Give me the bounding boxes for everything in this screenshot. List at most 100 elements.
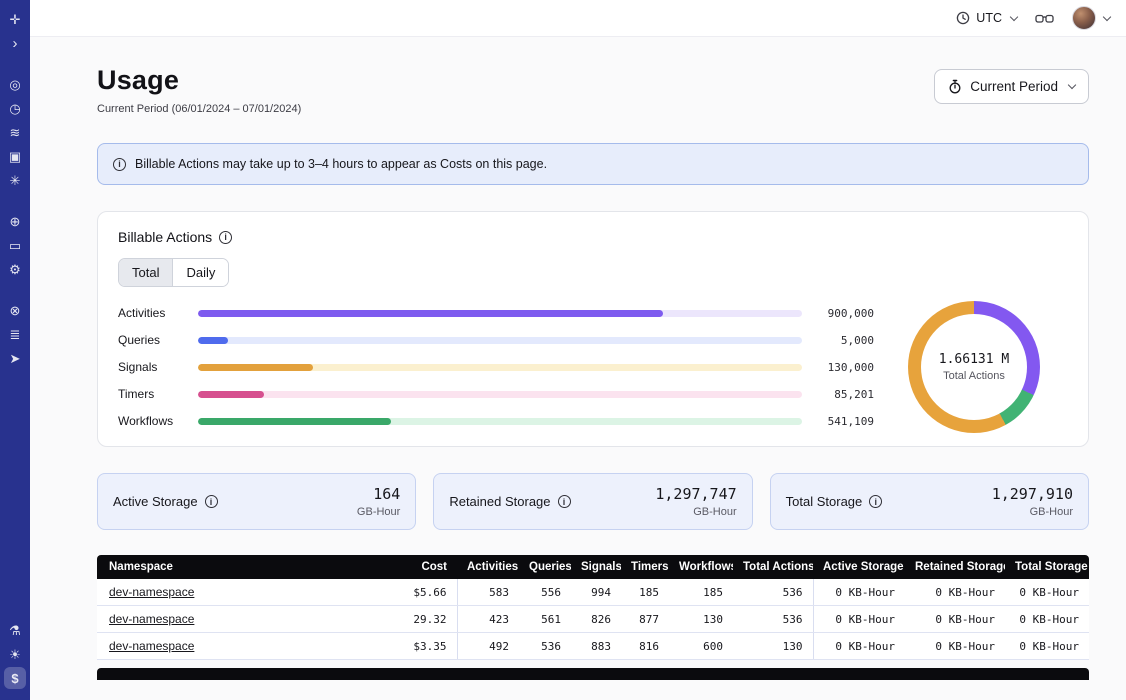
table-cell: dev-namespace (97, 579, 397, 606)
donut-total-value: 1.66131 M (939, 352, 1009, 367)
billable-actions-chart: Activities900,000Queries5,000Signals130,… (118, 301, 1068, 433)
column-header-namespace: Namespace (97, 555, 397, 579)
table-cell: 0 KB-Hour (1005, 606, 1089, 633)
bar-row-workflows: Workflows541,109 (118, 412, 874, 430)
table-cell: 816 (621, 633, 669, 660)
clock-icon[interactable]: ◷ (4, 97, 26, 119)
table-cell: 583 (457, 579, 519, 606)
info-icon[interactable]: i (869, 495, 882, 508)
tab-total[interactable]: Total (119, 259, 172, 286)
book-icon[interactable]: ≣ (4, 323, 26, 345)
view-tabs: Total Daily (118, 258, 229, 287)
info-icon: i (113, 158, 126, 171)
period-selector-button[interactable]: Current Period (934, 69, 1089, 104)
tab-daily[interactable]: Daily (172, 259, 228, 286)
namespace-link[interactable]: dev-namespace (109, 639, 194, 653)
total-storage-label: Total Storage i (786, 494, 883, 509)
total-actions-donut: 1.66131 M Total Actions (908, 301, 1040, 433)
chevron-down-icon (1068, 81, 1076, 89)
table-cell: 561 (519, 606, 571, 633)
column-header-total-storage: Total Storage (1005, 555, 1089, 579)
asterisk-icon[interactable]: ✳ (4, 169, 26, 191)
bar-chart: Activities900,000Queries5,000Signals130,… (118, 304, 880, 430)
column-header-timers: Timers (621, 555, 669, 579)
info-icon[interactable]: i (205, 495, 218, 508)
sidebar-top-icons: ✛› ◎◷≋▣✳ ⊕▭⚙ ⊗≣➤ (4, 7, 26, 370)
globe-icon[interactable]: ⊕ (4, 210, 26, 232)
app-root: ✛› ◎◷≋▣✳ ⊕▭⚙ ⊗≣➤ ⚗☀$ UTC (0, 0, 1126, 700)
billable-actions-title: Billable Actions i (118, 229, 1068, 245)
info-icon[interactable]: i (558, 495, 571, 508)
table-cell: 0 KB-Hour (1005, 579, 1089, 606)
table-cell: 0 KB-Hour (813, 579, 905, 606)
info-banner-text: Billable Actions may take up to 3–4 hour… (135, 157, 547, 171)
main-area: UTC Usage Current Period (06/01/2024 – (30, 0, 1126, 700)
gear-icon[interactable]: ⚙ (4, 258, 26, 280)
table-row: dev-namespace$3.354925368838166001300 KB… (97, 633, 1089, 660)
donut-chart-area: 1.66131 M Total Actions (880, 301, 1068, 433)
user-menu[interactable] (1072, 6, 1110, 30)
column-header-queries: Queries (519, 555, 571, 579)
column-header-signals: Signals (571, 555, 621, 579)
table-cell: 536 (519, 633, 571, 660)
active-storage-value: 164 (357, 485, 400, 503)
bar-label: Workflows (118, 414, 188, 428)
active-storage-card: Active Storage i 164 GB-Hour (97, 473, 416, 530)
table-cell: 29.32 (397, 606, 457, 633)
bar-row-queries: Queries5,000 (118, 331, 874, 349)
donut-center: 1.66131 M Total Actions (921, 314, 1027, 420)
namespace-table: NamespaceCostActivitiesQueriesSignalsTim… (97, 555, 1089, 660)
table-cell: 0 KB-Hour (1005, 633, 1089, 660)
flask-icon[interactable]: ⚗ (4, 619, 26, 641)
circle-x-icon[interactable]: ⊗ (4, 299, 26, 321)
sidebar-bottom-icons: ⚗☀$ (4, 618, 26, 690)
timezone-label: UTC (976, 11, 1002, 25)
bar-value: 5,000 (812, 334, 874, 347)
table-cell: $5.66 (397, 579, 457, 606)
chevron-down-icon (1103, 12, 1111, 20)
total-storage-value: 1,297,910 (992, 485, 1073, 503)
bar-track (198, 364, 802, 371)
table-cell: 185 (621, 579, 669, 606)
logo-icon[interactable]: ✛ (4, 8, 26, 30)
namespace-link[interactable]: dev-namespace (109, 585, 194, 599)
bar-fill (198, 391, 264, 398)
table-cell: 877 (621, 606, 669, 633)
chevron-down-icon (1010, 12, 1018, 20)
column-header-cost: Cost (397, 555, 457, 579)
bar-fill (198, 418, 391, 425)
table-cell: 0 KB-Hour (905, 606, 1005, 633)
bar-fill (198, 337, 228, 344)
billable-actions-card: Billable Actions i Total Daily Activitie… (97, 211, 1089, 447)
cube-icon[interactable]: ▣ (4, 145, 26, 167)
collapse-chevron-icon[interactable]: › (4, 32, 26, 54)
spiral-icon[interactable]: ◎ (4, 73, 26, 95)
bar-track (198, 310, 802, 317)
timezone-select[interactable]: UTC (956, 11, 1017, 25)
usage-page: Usage Current Period (06/01/2024 – 07/01… (30, 37, 1126, 700)
info-icon[interactable]: i (219, 231, 232, 244)
table-cell: 492 (457, 633, 519, 660)
card-icon[interactable]: ▭ (4, 234, 26, 256)
table-cell: 0 KB-Hour (905, 633, 1005, 660)
glasses-icon[interactable] (1035, 12, 1054, 25)
sun-icon[interactable]: ☀ (4, 643, 26, 665)
column-header-workflows: Workflows (669, 555, 733, 579)
table-cell: 994 (571, 579, 621, 606)
avatar (1072, 6, 1096, 30)
table-cell: 536 (733, 579, 813, 606)
storage-summary-row: Active Storage i 164 GB-Hour Retained St… (97, 473, 1089, 530)
table-cell: 600 (669, 633, 733, 660)
rocket-icon[interactable]: ➤ (4, 347, 26, 369)
column-header-total-actions: Total Actions (733, 555, 813, 579)
active-storage-unit: GB-Hour (357, 506, 400, 518)
sidebar: ✛› ◎◷≋▣✳ ⊕▭⚙ ⊗≣➤ ⚗☀$ (0, 0, 30, 700)
table-cell: 826 (571, 606, 621, 633)
bar-value: 85,201 (812, 388, 874, 401)
dollar-icon[interactable]: $ (4, 667, 26, 689)
layers-icon[interactable]: ≋ (4, 121, 26, 143)
namespace-link[interactable]: dev-namespace (109, 612, 194, 626)
retained-storage-value: 1,297,747 (655, 485, 736, 503)
clock-icon (956, 11, 970, 25)
topbar: UTC (30, 0, 1126, 37)
